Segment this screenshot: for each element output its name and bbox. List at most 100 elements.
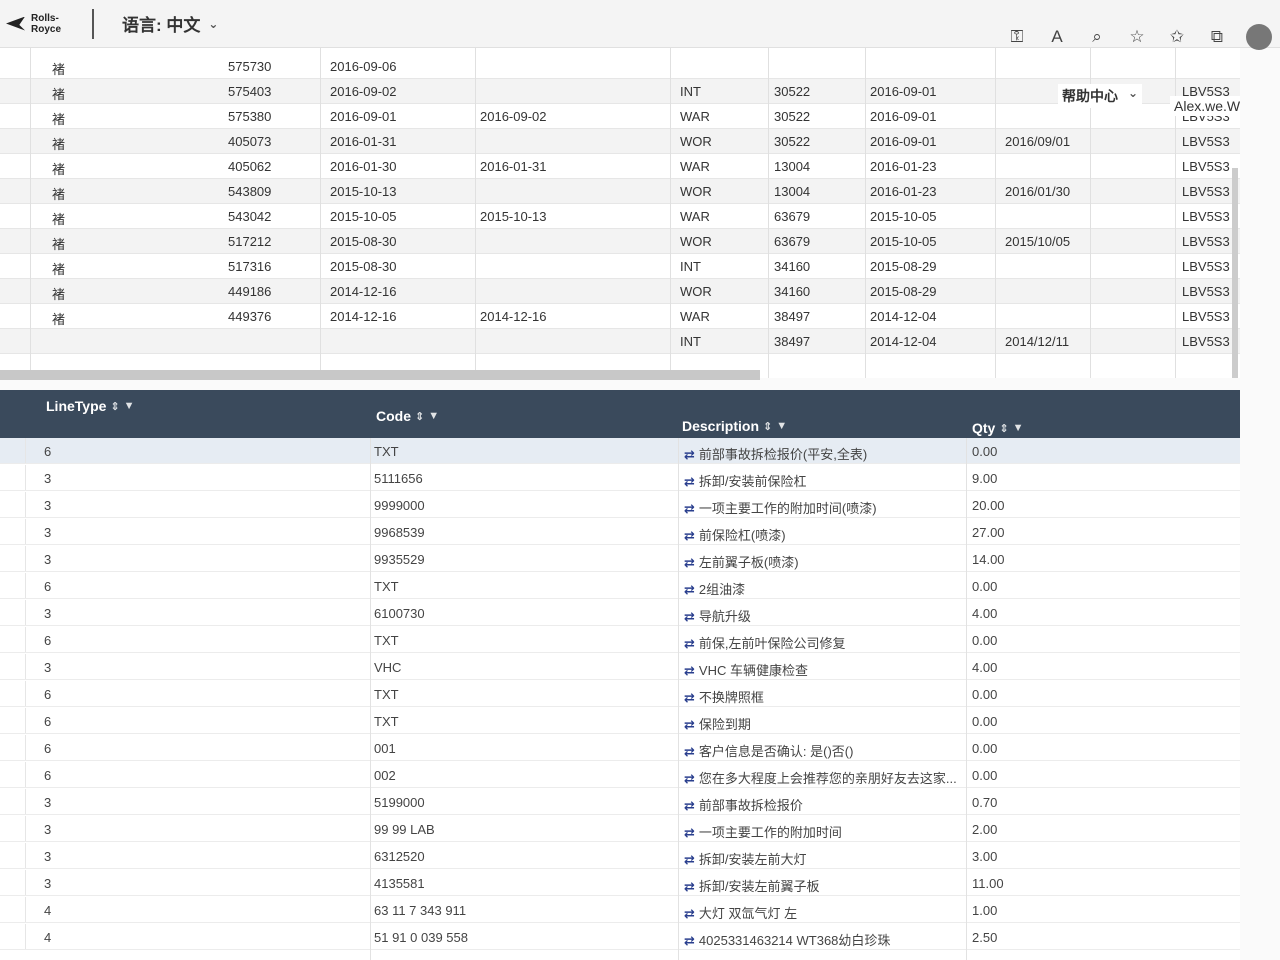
swap-icon[interactable]: ⇄ bbox=[684, 663, 695, 678]
history-cell-id: 517316 bbox=[228, 259, 272, 274]
history-row[interactable]: 褚 449376 2014-12-16 2014-12-16 WAR 38497 2014-… bbox=[0, 304, 1240, 329]
vertical-scrollbar[interactable] bbox=[1232, 168, 1238, 378]
history-row[interactable]: 褚 405062 2016-01-30 2016-01-31 WAR 13004 2016-… bbox=[0, 154, 1240, 179]
swap-icon[interactable]: ⇄ bbox=[684, 555, 695, 570]
swap-icon[interactable]: ⇄ bbox=[684, 798, 695, 813]
job-line-row[interactable]: 3 6312520 ⇄ 拆卸/安装左前大灯 3.00 bbox=[0, 843, 1240, 869]
history-row[interactable]: 褚 575380 2016-09-01 2016-09-02 WAR 30522 2016-… bbox=[0, 104, 1240, 129]
job-line-row[interactable]: 6 TXT ⇄ 不换牌照框 0.00 bbox=[0, 681, 1240, 707]
job-line-row[interactable]: 3 4135581 ⇄ 拆卸/安装左前翼子板 11.00 bbox=[0, 870, 1240, 896]
history-cell-type: WOR bbox=[680, 184, 712, 199]
job-line-row[interactable]: 4 63 11 7 343 911 ⇄ 大灯 双氙气灯 左 1.00 bbox=[0, 897, 1240, 923]
swap-icon[interactable]: ⇄ bbox=[684, 933, 695, 948]
swap-icon[interactable]: ⇄ bbox=[684, 690, 695, 705]
sort-icon[interactable]: ⇕ bbox=[999, 422, 1008, 435]
description-text: 4025331463214 WT368幼白珍珠 bbox=[698, 933, 891, 948]
swap-icon[interactable]: ⇄ bbox=[684, 906, 695, 921]
swap-icon[interactable]: ⇄ bbox=[684, 771, 695, 786]
history-row[interactable]: INT 38497 2014-12-04 2014/12/11 LBV5S3 bbox=[0, 329, 1240, 354]
swap-icon[interactable]: ⇄ bbox=[684, 582, 695, 597]
language-label: 语言: 中文 bbox=[122, 16, 201, 35]
cell-description: ⇄ 拆卸/安装前保险杠 bbox=[684, 471, 807, 490]
swap-icon[interactable]: ⇄ bbox=[684, 717, 695, 732]
job-line-row[interactable]: 3 6100730 ⇄ 导航升级 4.00 bbox=[0, 600, 1240, 626]
sort-icon[interactable]: ⇕ bbox=[763, 420, 772, 433]
user-menu[interactable]: Alex.we.Wang ⌄ bbox=[1170, 96, 1240, 116]
sort-icon[interactable]: ⇕ bbox=[110, 400, 119, 413]
favorites-icon[interactable]: ✩ bbox=[1166, 26, 1188, 48]
history-cell-date1: 2014-12-16 bbox=[330, 284, 397, 299]
job-line-row[interactable]: 3 VHC ⇄ VHC 车辆健康检查 4.00 bbox=[0, 654, 1240, 680]
swap-icon[interactable]: ⇄ bbox=[684, 447, 695, 462]
filter-icon[interactable]: ▼ bbox=[776, 420, 787, 432]
history-row[interactable]: 褚 575403 2016-09-02 INT 30522 2016-09-01 LBV5S… bbox=[0, 79, 1240, 104]
swap-icon[interactable]: ⇄ bbox=[684, 852, 695, 867]
history-row[interactable]: 褚 517316 2015-08-30 INT 34160 2015-08-29 LBV5S… bbox=[0, 254, 1240, 279]
column-header-linetype[interactable]: LineType ⇕ ▼ bbox=[46, 398, 135, 414]
history-cell-id: 449376 bbox=[228, 309, 272, 324]
swap-icon[interactable]: ⇄ bbox=[684, 744, 695, 759]
history-row[interactable]: 褚 543809 2015-10-13 WOR 13004 2016-01-23 2016/… bbox=[0, 179, 1240, 204]
swap-icon[interactable]: ⇄ bbox=[684, 528, 695, 543]
swap-icon[interactable]: ⇄ bbox=[684, 636, 695, 651]
grid-column-divider bbox=[678, 438, 679, 960]
cell-description: ⇄ 导航升级 bbox=[684, 606, 751, 625]
cell-description: ⇄ 前保,左前叶保险公司修复 bbox=[684, 633, 846, 652]
sort-icon[interactable]: ⇕ bbox=[415, 410, 424, 423]
cell-description: ⇄ 前部事故拆检报价(平安,全表) bbox=[684, 444, 867, 463]
zoom-icon[interactable]: ⌕ bbox=[1086, 26, 1108, 48]
job-line-row[interactable]: 3 5199000 ⇄ 前部事故拆检报价 0.70 bbox=[0, 789, 1240, 815]
key-icon[interactable]: ⚿ bbox=[1006, 26, 1028, 48]
swap-icon[interactable]: ⇄ bbox=[684, 879, 695, 894]
job-line-row[interactable]: 6 TXT ⇄ 前部事故拆检报价(平安,全表) 0.00 bbox=[0, 438, 1240, 464]
job-line-row[interactable]: 6 002 ⇄ 您在多大程度上会推荐您的亲朋好友去这家... 0.00 bbox=[0, 762, 1240, 788]
job-line-row[interactable]: 3 9935529 ⇄ 左前翼子板(喷漆) 14.00 bbox=[0, 546, 1240, 572]
job-line-row[interactable]: 6 TXT ⇄ 保险到期 0.00 bbox=[0, 708, 1240, 734]
help-center-menu[interactable]: 帮助中心 ⌄ bbox=[1058, 84, 1143, 108]
history-row[interactable]: 褚 575730 2016-09-06 bbox=[0, 54, 1240, 79]
horizontal-scrollbar[interactable] bbox=[0, 370, 760, 380]
history-row[interactable]: 褚 517212 2015-08-30 WOR 63679 2015-10-05 2015/… bbox=[0, 229, 1240, 254]
description-text: 左前翼子板(喷漆) bbox=[698, 555, 799, 570]
grid-column-divider bbox=[865, 48, 866, 378]
profile-avatar[interactable] bbox=[1246, 24, 1272, 50]
cell-qty: 0.00 bbox=[972, 579, 998, 594]
column-header-description[interactable]: Description ⇕ ▼ bbox=[682, 418, 787, 434]
cell-qty: 1.00 bbox=[972, 903, 998, 918]
brand-logo[interactable]: Rolls-Royce bbox=[6, 9, 86, 39]
swap-icon[interactable]: ⇄ bbox=[684, 501, 695, 516]
job-line-row[interactable]: 4 51 91 0 039 558 ⇄ 4025331463214 WT368幼白珍珠… bbox=[0, 924, 1240, 950]
job-line-row[interactable]: 6 001 ⇄ 客户信息是否确认: 是()否() 0.00 bbox=[0, 735, 1240, 761]
history-cell-flag: 褚 bbox=[52, 237, 66, 252]
job-line-row[interactable]: 3 99 99 LAB ⇄ 一项主要工作的附加时间 2.00 bbox=[0, 816, 1240, 842]
history-cell-date2: 2016-09-02 bbox=[480, 109, 547, 124]
language-selector[interactable]: 语言: 中文 ⌄ bbox=[122, 11, 218, 36]
history-cell-flag: 褚 bbox=[52, 312, 66, 327]
filter-icon[interactable]: ▼ bbox=[1013, 422, 1024, 434]
history-cell-code: 30522 bbox=[774, 134, 811, 149]
filter-icon[interactable]: ▼ bbox=[124, 400, 135, 412]
column-header-label: Qty bbox=[972, 420, 996, 436]
history-row[interactable]: 褚 405073 2016-01-31 WOR 30522 2016-09-01 2016/… bbox=[0, 129, 1240, 154]
swap-icon[interactable]: ⇄ bbox=[684, 609, 695, 624]
column-header-qty[interactable]: Qty ⇕ ▼ bbox=[972, 420, 1023, 436]
job-line-row[interactable]: 6 TXT ⇄ 2组油漆 0.00 bbox=[0, 573, 1240, 599]
job-line-row[interactable]: 3 9999000 ⇄ 一项主要工作的附加时间(喷漆) 20.00 bbox=[0, 492, 1240, 518]
cell-description: ⇄ 左前翼子板(喷漆) bbox=[684, 552, 799, 571]
swap-icon[interactable]: ⇄ bbox=[684, 474, 695, 489]
swap-icon[interactable]: ⇄ bbox=[684, 825, 695, 840]
history-cell-date1: 2015-10-05 bbox=[330, 209, 397, 224]
job-line-row[interactable]: 3 5111656 ⇄ 拆卸/安装前保险杠 9.00 bbox=[0, 465, 1240, 491]
job-line-row[interactable]: 3 9968539 ⇄ 前保险杠(喷漆) 27.00 bbox=[0, 519, 1240, 545]
cell-code: VHC bbox=[374, 660, 402, 675]
history-row[interactable]: 褚 449186 2014-12-16 WOR 34160 2015-08-29 LBV5S… bbox=[0, 279, 1240, 304]
read-aloud-icon[interactable]: A bbox=[1046, 26, 1068, 48]
column-header-code[interactable]: Code ⇕ ▼ bbox=[376, 408, 439, 424]
history-row[interactable]: 褚 543042 2015-10-05 2015-10-13 WAR 63679 2015-… bbox=[0, 204, 1240, 229]
job-line-row[interactable]: 6 TXT ⇄ 前保,左前叶保险公司修复 0.00 bbox=[0, 627, 1240, 653]
collections-icon[interactable]: ⧉ bbox=[1206, 26, 1228, 48]
filter-icon[interactable]: ▼ bbox=[428, 410, 439, 422]
description-text: 拆卸/安装左前大灯 bbox=[698, 852, 807, 867]
favorite-add-icon[interactable]: ☆ bbox=[1126, 26, 1148, 48]
history-cell-id: 405073 bbox=[228, 134, 272, 149]
